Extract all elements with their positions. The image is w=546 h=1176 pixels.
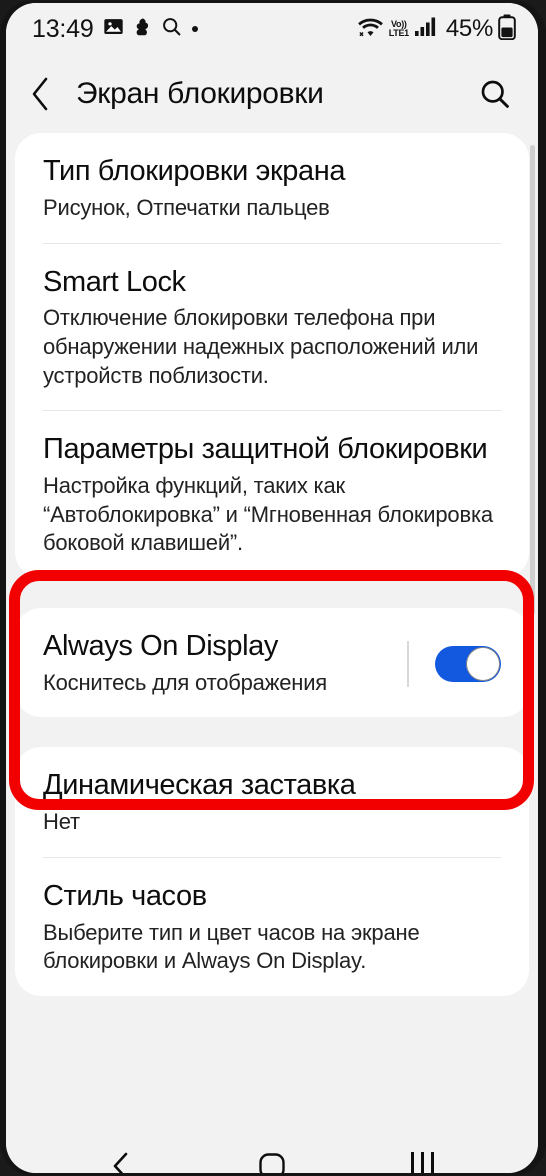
list-item-title: Динамическая заставка (43, 769, 356, 802)
search-icon (161, 16, 182, 42)
signal-icon (414, 16, 438, 42)
search-button[interactable] (474, 73, 516, 115)
phone-frame: 13:49 Vo)) LTE1 45% Экран блокировки Тип… (0, 0, 546, 1176)
status-time: 13:49 (32, 14, 94, 43)
row-text: Always On Display Коснитесь для отображе… (43, 630, 385, 698)
list-item-subtitle: Рисунок, Отпечатки пальцев (43, 194, 330, 220)
home-nav-icon (259, 1153, 285, 1173)
search-icon (481, 80, 509, 108)
status-bar: 13:49 Vo)) LTE1 45% (6, 3, 538, 55)
list-item-secure-lock-settings[interactable]: Параметры защитной блокировки Настройка … (15, 411, 529, 578)
list-item-subtitle: Нет (43, 809, 80, 835)
dot-icon (191, 20, 199, 38)
row-text: Smart Lock Отключение блокировки телефон… (43, 266, 501, 391)
list-item-subtitle: Выберите тип и цвет часов на экране блок… (43, 919, 420, 974)
settings-card-security: Тип блокировки экрана Рисунок, Отпечатки… (15, 133, 529, 578)
toggle-knob (466, 646, 500, 681)
settings-card-aod: Always On Display Коснитесь для отображе… (15, 607, 529, 718)
list-item-title: Тип блокировки экрана (43, 155, 346, 187)
list-item-smart-lock[interactable]: Smart Lock Отключение блокировки телефон… (15, 244, 529, 411)
list-item-subtitle: Отключение блокировки телефона при обнар… (43, 305, 479, 388)
status-bar-right: Vo)) LTE1 45% (357, 14, 516, 45)
battery-percent: 45% (445, 15, 493, 42)
always-on-display-toggle[interactable] (435, 645, 501, 682)
phone-screen: 13:49 Vo)) LTE1 45% Экран блокировки Тип… (6, 3, 538, 1173)
app-bar: Экран блокировки (6, 55, 538, 133)
volte-icon: Vo)) LTE1 (388, 19, 409, 38)
recents-nav-icon (411, 1152, 435, 1173)
list-item-subtitle: Коснитесь для отображения (43, 669, 328, 695)
chevron-left-icon (32, 77, 48, 111)
list-item-title: Smart Lock (43, 265, 186, 298)
list-item-title: Параметры защитной блокировки (43, 433, 488, 466)
list-item-clock-style[interactable]: Стиль часов Выберите тип и цвет часов на… (15, 858, 529, 996)
status-bar-left: 13:49 (32, 16, 199, 42)
toggle-container (385, 640, 501, 687)
toggle-separator (407, 640, 409, 687)
back-button[interactable] (30, 74, 64, 114)
list-item-title: Always On Display (43, 629, 278, 662)
settings-list[interactable]: Тип блокировки экрана Рисунок, Отпечатки… (6, 133, 538, 1125)
row-text: Параметры защитной блокировки Настройка … (43, 433, 501, 558)
app-icon (133, 16, 152, 42)
nav-home-button[interactable] (232, 1135, 312, 1173)
navigation-bar (6, 1125, 538, 1173)
list-item-always-on-display[interactable]: Always On Display Коснитесь для отображе… (15, 608, 529, 718)
list-item-dynamic-lock-screen[interactable]: Динамическая заставка Нет (15, 747, 529, 857)
row-text: Тип блокировки экрана Рисунок, Отпечатки… (43, 155, 501, 223)
battery-icon (498, 14, 516, 45)
nav-recents-button[interactable] (383, 1135, 463, 1173)
list-item-title: Стиль часов (43, 879, 207, 912)
row-text: Стиль часов Выберите тип и цвет часов на… (43, 880, 501, 976)
row-text: Динамическая заставка Нет (43, 769, 501, 837)
list-item-screen-lock-type[interactable]: Тип блокировки экрана Рисунок, Отпечатки… (15, 133, 529, 243)
settings-card-appearance: Динамическая заставка Нет Стиль часов Вы… (15, 747, 529, 997)
list-item-subtitle: Настройка функций, таких как “Автоблокир… (43, 473, 493, 556)
back-nav-icon (114, 1152, 128, 1173)
nav-back-button[interactable] (81, 1135, 161, 1173)
wifi-icon (357, 16, 384, 43)
page-title: Экран блокировки (76, 77, 324, 110)
image-icon (103, 16, 124, 42)
scrollbar[interactable] (530, 145, 535, 615)
